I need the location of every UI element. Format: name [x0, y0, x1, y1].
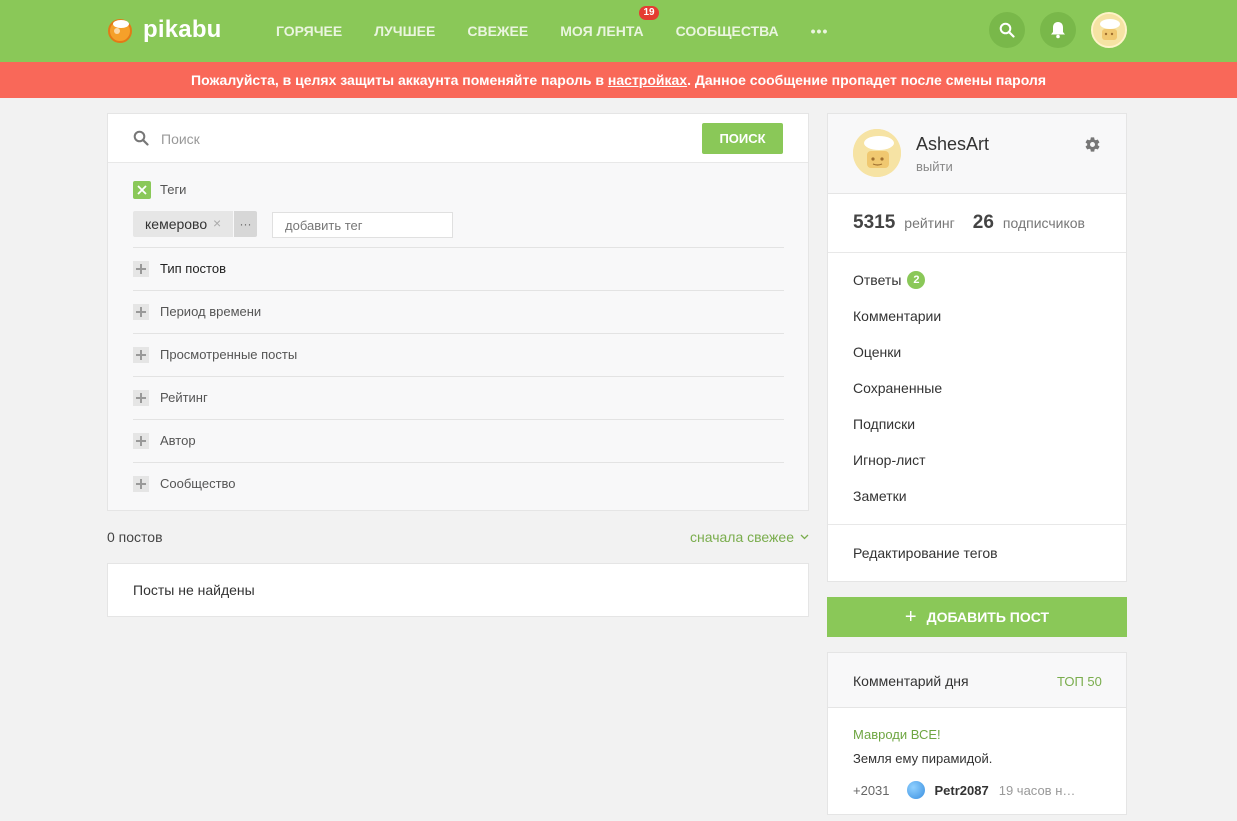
filter-label: Рейтинг [160, 390, 208, 405]
divider [828, 524, 1126, 525]
filter-label: Просмотренные посты [160, 347, 298, 362]
top-header: pikabu ГОРЯЧЕЕ ЛУЧШЕЕ СВЕЖЕЕ МОЯ ЛЕНТА 1… [0, 0, 1237, 62]
search-input[interactable] [161, 127, 681, 151]
logo-text: pikabu [143, 16, 222, 43]
nav-my-feed[interactable]: МОЯ ЛЕНТА 19 [560, 6, 659, 39]
comment-of-day-header: Комментарий дня ТОП 50 [828, 653, 1126, 708]
comment-meta: +2031 Petr2087 19 часов н… [853, 781, 1075, 799]
comment-time[interactable]: 19 часов н… [999, 783, 1076, 798]
password-alert: Пожалуйста, в целях защиты аккаунта поме… [0, 62, 1237, 98]
search-icon [999, 22, 1015, 38]
filter-author[interactable]: Автор [133, 419, 784, 462]
comment-post-link[interactable]: Мавроди ВСЕ! [853, 727, 941, 742]
profile-header: AshesArt выйти [828, 114, 1126, 194]
header-search-button[interactable] [989, 12, 1025, 48]
gear-icon[interactable] [1084, 136, 1101, 153]
chevron-down-icon [800, 534, 809, 540]
nav-best[interactable]: ЛУЧШЕЕ [374, 23, 435, 39]
top50-link[interactable]: ТОП 50 [1057, 674, 1102, 689]
close-icon [137, 185, 147, 195]
plus-icon [133, 261, 149, 277]
add-post-label: ДОБАВИТЬ ПОСТ [926, 609, 1050, 625]
main-nav: ГОРЯЧЕЕ ЛУЧШЕЕ СВЕЖЕЕ МОЯ ЛЕНТА 19 СООБЩ… [276, 0, 828, 62]
commenter-avatar[interactable] [906, 781, 925, 799]
header-avatar[interactable] [1091, 12, 1127, 48]
plus-icon [133, 304, 149, 320]
logout-link[interactable]: выйти [916, 159, 953, 174]
menu-votes[interactable]: Оценки [853, 344, 901, 360]
tag-remove-button[interactable]: × [213, 215, 221, 231]
search-icon [133, 130, 149, 146]
menu-label: Ответы [853, 272, 902, 288]
search-panel: ПОИСК Теги кемерово × ··· Тип постов Пер… [107, 113, 809, 511]
logo-icon [108, 19, 132, 43]
logo[interactable]: pikabu [106, 14, 222, 46]
rating-label: рейтинг [904, 215, 955, 231]
filter-label: Автор [160, 433, 196, 448]
menu-saved[interactable]: Сохраненные [853, 380, 942, 396]
commenter-username[interactable]: Petr2087 [935, 783, 989, 798]
nav-hot[interactable]: ГОРЯЧЕЕ [276, 23, 342, 39]
results-panel: Посты не найдены [107, 563, 809, 617]
alert-settings-link[interactable]: настройках [608, 72, 687, 88]
filter-viewed-posts[interactable]: Просмотренные посты [133, 333, 784, 376]
alert-suffix: . Данное сообщение пропадет после смены … [687, 72, 1046, 88]
nav-my-feed-badge: 19 [639, 6, 659, 20]
menu-ignore-list[interactable]: Игнор-лист [853, 452, 926, 468]
menu-subscriptions[interactable]: Подписки [853, 416, 915, 432]
posts-count: 0 постов [107, 529, 163, 545]
tags-label: Теги [160, 182, 187, 197]
comment-text: Земля ему пирамидой. [853, 751, 993, 766]
comment-rating: +2031 [853, 782, 890, 798]
subscribers-label[interactable]: подписчиков [1003, 215, 1085, 231]
filter-community[interactable]: Сообщество [133, 462, 784, 505]
search-button[interactable]: ПОИСК [702, 123, 783, 154]
search-bar: ПОИСК [108, 114, 808, 163]
empty-message: Посты не найдены [133, 582, 255, 598]
plus-icon [133, 476, 149, 492]
plus-icon [133, 433, 149, 449]
bell-icon [1051, 22, 1065, 39]
menu-answers[interactable]: Ответы 2 [853, 271, 926, 289]
plus-icon [133, 390, 149, 406]
rating-value: 5315 [853, 212, 896, 233]
filter-post-type[interactable]: Тип постов [133, 247, 784, 290]
tags-checkbox[interactable] [133, 181, 151, 199]
divider [828, 252, 1126, 253]
filter-label: Период времени [160, 304, 262, 319]
profile-username[interactable]: AshesArt [916, 134, 989, 155]
menu-edit-tags[interactable]: Редактирование тегов [853, 545, 998, 561]
plus-icon [133, 347, 149, 363]
nav-more-button[interactable]: ••• [811, 23, 829, 39]
comment-of-day-title: Комментарий дня [853, 673, 969, 689]
sort-label: сначала свежее [690, 529, 794, 545]
nav-my-feed-label: МОЯ ЛЕНТА [560, 23, 644, 39]
avatar-image-icon [1093, 14, 1125, 46]
plus-icon: + [904, 606, 917, 628]
add-tag-input[interactable] [272, 212, 453, 238]
filter-label: Сообщество [160, 476, 236, 491]
profile-panel: AshesArt выйти 5315 рейтинг 26 подписчик… [827, 113, 1127, 582]
menu-comments[interactable]: Комментарии [853, 308, 941, 324]
alert-prefix: Пожалуйста, в целях защиты аккаунта поме… [191, 72, 608, 88]
subscribers-value: 26 [972, 212, 994, 233]
menu-notes[interactable]: Заметки [853, 488, 907, 504]
filter-rating[interactable]: Рейтинг [133, 376, 784, 419]
filter-period[interactable]: Период времени [133, 290, 784, 333]
comment-of-day-panel: Комментарий дня ТОП 50 Мавроди ВСЕ! Земл… [827, 652, 1127, 815]
avatar-image-icon [853, 129, 901, 177]
nav-fresh[interactable]: СВЕЖЕЕ [467, 23, 528, 39]
answers-badge: 2 [907, 271, 926, 289]
tag-options-button[interactable]: ··· [234, 211, 257, 237]
nav-communities[interactable]: СООБЩЕСТВА [676, 23, 779, 39]
sort-dropdown[interactable]: сначала свежее [690, 529, 809, 545]
profile-stats: 5315 рейтинг 26 подписчиков [853, 212, 1103, 234]
filter-label: Тип постов [160, 261, 226, 276]
add-post-button[interactable]: + ДОБАВИТЬ ПОСТ [827, 597, 1127, 637]
profile-avatar[interactable] [853, 129, 901, 177]
notifications-button[interactable] [1040, 12, 1076, 48]
